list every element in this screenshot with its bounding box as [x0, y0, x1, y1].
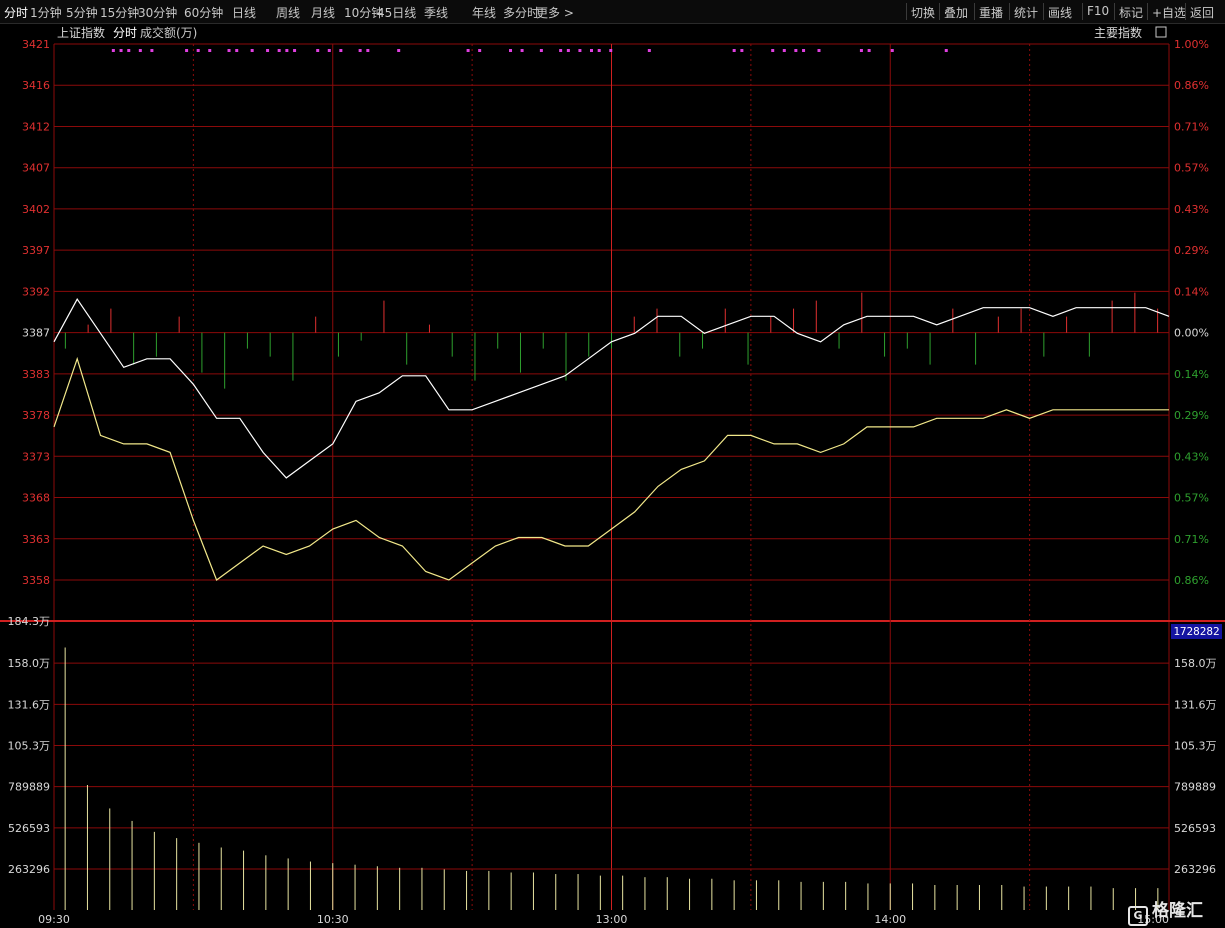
price-tick-label: 3358: [22, 574, 50, 587]
signal-marker: [397, 49, 401, 52]
price-tick-label: 3378: [22, 409, 50, 422]
signal-marker: [185, 49, 189, 52]
volume-tick-label-right: 105.3万: [1174, 740, 1217, 753]
signal-marker: [589, 49, 593, 52]
signal-marker: [478, 49, 482, 52]
pct-tick-label: 1.00%: [1174, 38, 1209, 51]
signal-marker: [566, 49, 570, 52]
price-tick-label: 3412: [22, 120, 50, 133]
pct-tick-label: 0.86%: [1174, 574, 1209, 587]
volume-tick-label-left: 263296: [8, 863, 50, 876]
volume-tick-label-left: 105.3万: [8, 740, 51, 753]
price-tick-label: 3397: [22, 244, 50, 257]
price-tick-label: 3363: [22, 533, 50, 546]
pct-tick-label: 0.57%: [1174, 162, 1209, 175]
price-tick-label: 3416: [22, 79, 50, 92]
price-tick-label: 3383: [22, 368, 50, 381]
mode-label: 分时: [113, 26, 137, 40]
signal-marker: [339, 49, 343, 52]
signal-marker: [316, 49, 320, 52]
signal-marker: [366, 49, 370, 52]
price-tick-label: 3421: [22, 38, 50, 51]
pct-tick-label: 0.14%: [1174, 368, 1209, 381]
signal-marker: [597, 49, 601, 52]
signal-marker: [859, 49, 863, 52]
signal-marker: [138, 49, 142, 52]
price-tick-label: 3392: [22, 285, 50, 298]
signal-marker: [890, 49, 894, 52]
signal-marker: [111, 49, 115, 52]
signal-marker: [782, 49, 786, 52]
watermark-text: 格隆汇: [1152, 901, 1203, 921]
signal-marker: [944, 49, 948, 52]
signal-marker: [293, 49, 297, 52]
signal-marker: [520, 49, 524, 52]
signal-marker: [250, 49, 254, 52]
time-axis-label: 09:30: [38, 913, 70, 926]
signal-marker: [227, 49, 231, 52]
pct-tick-label: 0.43%: [1174, 203, 1209, 216]
pct-tick-label: 0.14%: [1174, 285, 1209, 298]
volume-tick-label-right: 789889: [1174, 781, 1216, 794]
toggle-box-icon: [1155, 26, 1167, 38]
signal-marker: [127, 49, 131, 52]
pct-tick-label: 0.71%: [1174, 533, 1209, 546]
price-tick-label: 3402: [22, 203, 50, 216]
pct-tick-label: 0.86%: [1174, 79, 1209, 92]
logo-icon: G: [1128, 906, 1148, 926]
signal-marker: [150, 49, 154, 52]
pct-tick-label: 0.29%: [1174, 409, 1209, 422]
signal-marker: [732, 49, 736, 52]
signal-marker: [509, 49, 513, 52]
time-axis-label: 13:00: [596, 913, 628, 926]
signal-marker: [208, 49, 212, 52]
volume-unit-label: 成交额(万): [140, 25, 197, 40]
signal-marker: [235, 49, 239, 52]
signal-marker: [196, 49, 200, 52]
volume-tick-label-right: 526593: [1174, 822, 1216, 835]
time-axis-label: 10:30: [317, 913, 349, 926]
signal-marker: [466, 49, 470, 52]
signal-marker: [867, 49, 871, 52]
signal-marker: [559, 49, 563, 52]
pct-tick-label: 0.29%: [1174, 244, 1209, 257]
signal-marker: [817, 49, 821, 52]
volume-tick-label-left: 158.0万: [8, 657, 51, 670]
volume-tick-label-right: 263296: [1174, 863, 1216, 876]
signal-marker: [277, 49, 281, 52]
signal-marker: [285, 49, 289, 52]
signal-marker: [647, 49, 651, 52]
intraday-chart: 上证指数 分时 成交额(万) 主要指数 3421 1.00% 3416 0.86% 3412 0.…: [0, 25, 1225, 926]
main-index-label: 主要指数: [1094, 25, 1142, 40]
index-name-label: 上证指数: [57, 25, 105, 40]
signal-marker: [119, 49, 123, 52]
price-tick-label: 3387: [22, 327, 50, 340]
pct-tick-label: 0.71%: [1174, 120, 1209, 133]
signal-marker: [740, 49, 744, 52]
pct-tick-label: 0.43%: [1174, 450, 1209, 463]
price-tick-label: 3407: [22, 162, 50, 175]
signal-marker: [327, 49, 331, 52]
volume-tick-label-right: 158.0万: [1174, 657, 1217, 670]
signal-marker: [578, 49, 582, 52]
volume-tick-label-left: 131.6万: [8, 698, 51, 711]
volume-tick-label-right: 131.6万: [1174, 698, 1217, 711]
signal-marker: [802, 49, 806, 52]
watermark-logo: G 格隆汇: [1128, 896, 1203, 926]
current-volume-badge: 1728282: [1171, 624, 1222, 639]
signal-marker: [609, 49, 613, 52]
volume-tick-label-left: 184.3万: [8, 615, 51, 628]
price-tick-label: 3368: [22, 492, 50, 505]
signal-marker: [266, 49, 270, 52]
volume-tick-label-left: 526593: [8, 822, 50, 835]
signal-marker: [358, 49, 362, 52]
price-tick-label: 3373: [22, 450, 50, 463]
volume-tick-label-left: 789889: [8, 781, 50, 794]
signal-marker: [794, 49, 798, 52]
time-axis-label: 14:00: [874, 913, 906, 926]
pct-tick-label: 0.57%: [1174, 492, 1209, 505]
signal-marker: [771, 49, 775, 52]
signal-marker: [539, 49, 543, 52]
pct-tick-label: 0.00%: [1174, 327, 1209, 340]
